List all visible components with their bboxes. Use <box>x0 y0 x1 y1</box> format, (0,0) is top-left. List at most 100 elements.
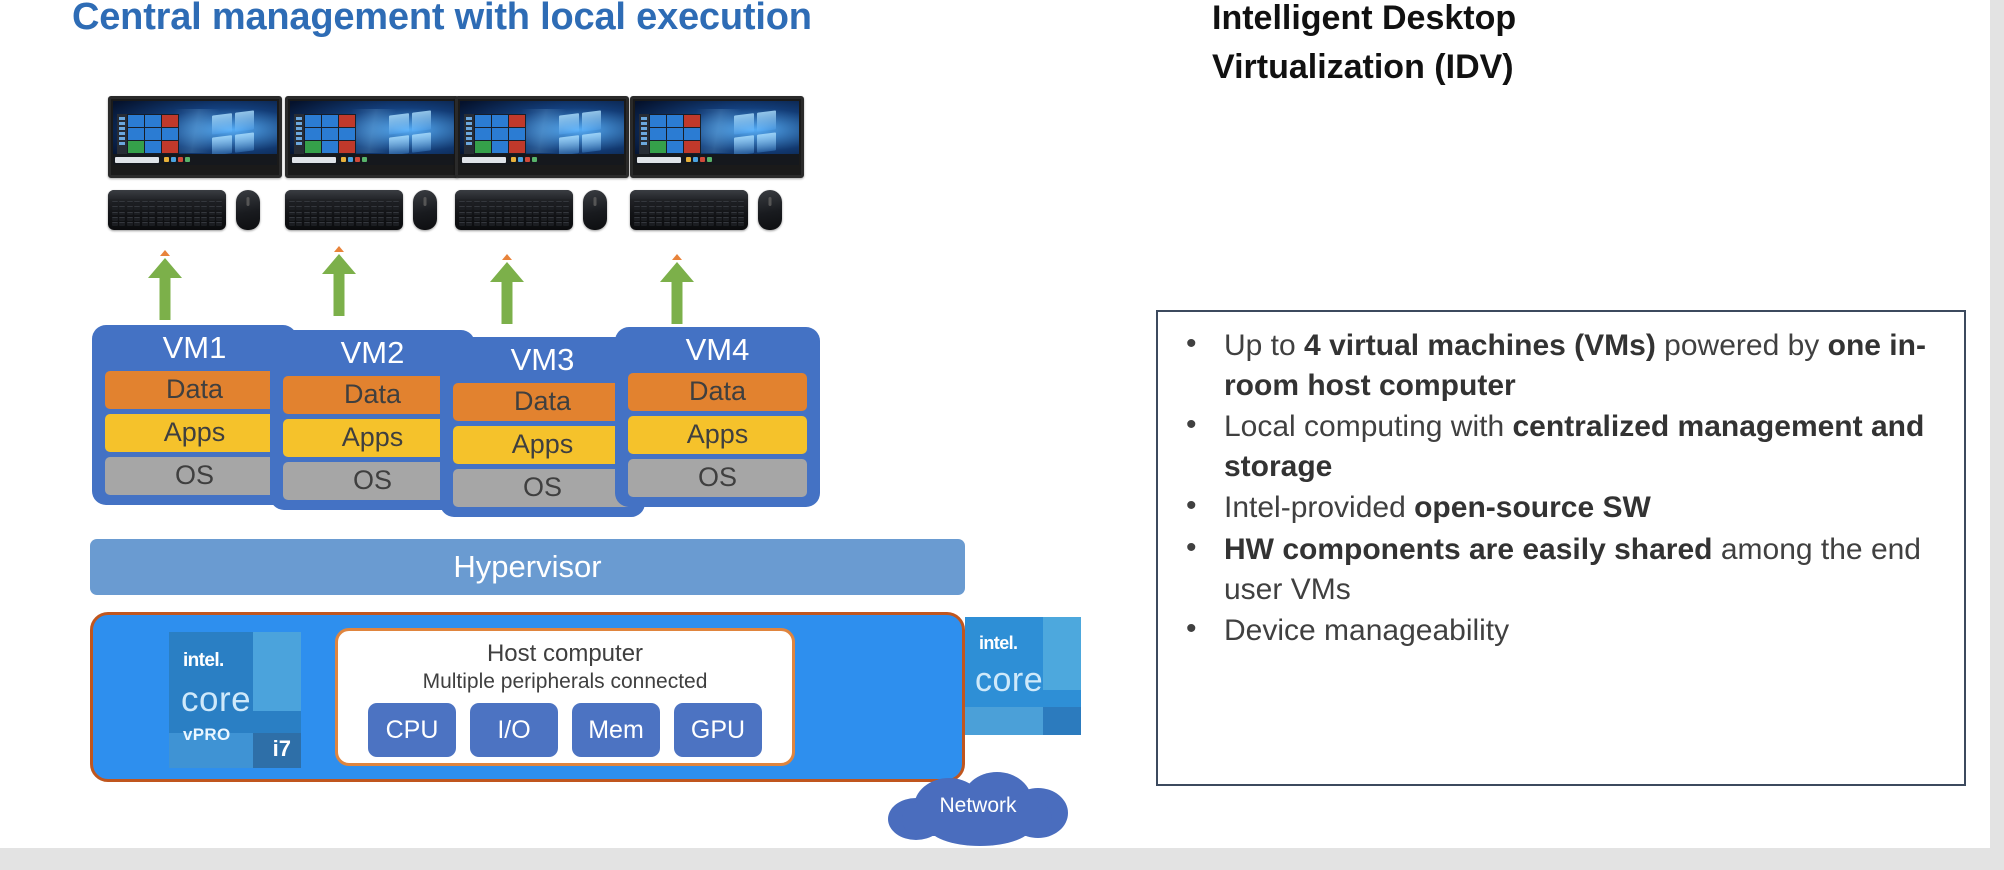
vm-layer-data: Data <box>453 382 632 421</box>
monitor-screen <box>290 101 454 165</box>
keyboard-keys <box>634 201 744 226</box>
start-menu <box>294 114 356 154</box>
taskbar <box>290 154 454 165</box>
taskbar-icon <box>362 157 367 162</box>
desk-station <box>630 96 830 230</box>
desk-station <box>108 96 308 230</box>
host-chip-mem: Mem <box>572 703 660 757</box>
intel-core-vpro-i7-badge: intel. core vPRO i7 <box>169 632 301 768</box>
arrow-shaft <box>501 278 513 324</box>
taskbar-search-box <box>292 156 336 163</box>
intel-core-side-badge: intel. core <box>965 617 1081 735</box>
host-chip-gpu: GPU <box>674 703 762 757</box>
keyboard-icon <box>455 190 573 230</box>
arrow-tip-marker <box>502 254 512 260</box>
taskbar-icon <box>686 157 691 162</box>
host-computer-panel: Host computer Multiple peripherals conne… <box>335 628 795 766</box>
taskbar-icon <box>518 157 523 162</box>
windows-logo-icon <box>212 109 255 156</box>
taskbar-icon <box>355 157 360 162</box>
taskbar-icon <box>171 157 176 162</box>
vm-layer-data: Data <box>283 375 462 414</box>
network-label: Network <box>939 794 1017 817</box>
monitor-stand <box>685 175 749 178</box>
start-menu-rail <box>294 114 304 154</box>
vm-layer-apps: Apps <box>453 425 632 464</box>
vm-title: VM4 <box>685 332 750 367</box>
arrow-tip-marker <box>672 254 682 260</box>
keyboard-icon <box>630 190 748 230</box>
taskbar-icon <box>693 157 698 162</box>
slide-canvas: Central management with local execution … <box>0 0 1990 848</box>
start-menu-rail <box>639 114 649 154</box>
host-resource-chips: CPU I/O Mem GPU <box>338 703 792 757</box>
bottom-page-margin <box>0 848 2004 870</box>
vm-title: VM1 <box>162 330 227 365</box>
taskbar <box>635 154 799 165</box>
page-title-left: Central management with local execution <box>72 0 812 38</box>
monitor-icon <box>630 96 804 178</box>
feature-list-item: Up to 4 virtual machines (VMs) powered b… <box>1168 324 1946 405</box>
keyboard-top-strip <box>455 190 573 199</box>
arrow-shaft <box>159 274 171 320</box>
taskbar-icon <box>341 157 346 162</box>
host-chip-cpu: CPU <box>368 703 456 757</box>
core-wordmark: core <box>181 680 252 719</box>
page-title-right: Intelligent Desktop Virtualization (IDV) <box>1212 0 1517 87</box>
idv-feature-list: Up to 4 virtual machines (VMs) powered b… <box>1168 324 1946 651</box>
badge-square-1 <box>253 632 301 711</box>
keyboard-keys <box>459 201 569 226</box>
feature-list-item: Local computing with centralized managem… <box>1168 405 1946 486</box>
vm-layer-data: Data <box>105 370 284 409</box>
start-menu-tiles <box>474 114 526 154</box>
monitor-icon <box>285 96 459 178</box>
taskbar-search-box <box>115 156 159 163</box>
side-core-wordmark: core <box>975 661 1044 699</box>
arrow-tip-marker <box>160 250 170 256</box>
mouse-icon <box>758 190 782 230</box>
taskbar <box>460 154 624 165</box>
start-menu-rail <box>117 114 127 154</box>
start-menu-tiles <box>127 114 179 154</box>
vm-layer-apps: Apps <box>628 415 807 454</box>
side-intel-wordmark: intel. <box>979 633 1018 653</box>
feature-list-item: Device manageability <box>1168 609 1946 651</box>
windows-logo-icon <box>389 109 432 156</box>
arrow-shaft <box>333 270 345 316</box>
taskbar-icon <box>185 157 190 162</box>
start-menu-rail <box>464 114 474 154</box>
right-page-margin <box>1990 0 2004 870</box>
vm-layer-os: OS <box>453 468 632 507</box>
host-computer-title: Host computer <box>486 640 644 667</box>
keyboard-icon <box>108 190 226 230</box>
host-chip-i-o: I/O <box>470 703 558 757</box>
monitor-stand <box>163 175 227 178</box>
taskbar-icon <box>164 157 169 162</box>
mouse-icon <box>583 190 607 230</box>
keyboard-top-strip <box>108 190 226 199</box>
monitor-stand <box>510 175 574 178</box>
monitor-stand <box>340 175 404 178</box>
arrow-tip-marker <box>334 246 344 252</box>
monitor-screen <box>460 101 624 165</box>
taskbar-icon <box>348 157 353 162</box>
keyboard-keys <box>112 201 222 226</box>
host-computer-band: intel. core vPRO i7 Host computer Multip… <box>90 612 965 782</box>
side-badge-square-1 <box>1042 617 1081 691</box>
feature-list-item: HW components are easily shared among th… <box>1168 528 1946 609</box>
monitor-icon <box>455 96 629 178</box>
vm-box: VM4 Data Apps OS <box>615 327 820 507</box>
side-badge-square-3 <box>1042 706 1081 735</box>
vpro-wordmark: vPRO <box>183 725 231 744</box>
taskbar-icon <box>707 157 712 162</box>
taskbar-icon <box>178 157 183 162</box>
arrow-shaft <box>671 278 683 324</box>
keyboard-keys <box>289 201 399 226</box>
mouse-icon <box>413 190 437 230</box>
taskbar-icon <box>525 157 530 162</box>
start-menu <box>117 114 179 154</box>
vm-box: VM1 Data Apps OS <box>92 325 297 505</box>
sku-label: i7 <box>272 736 291 761</box>
start-menu-tiles <box>649 114 701 154</box>
mouse-icon <box>236 190 260 230</box>
